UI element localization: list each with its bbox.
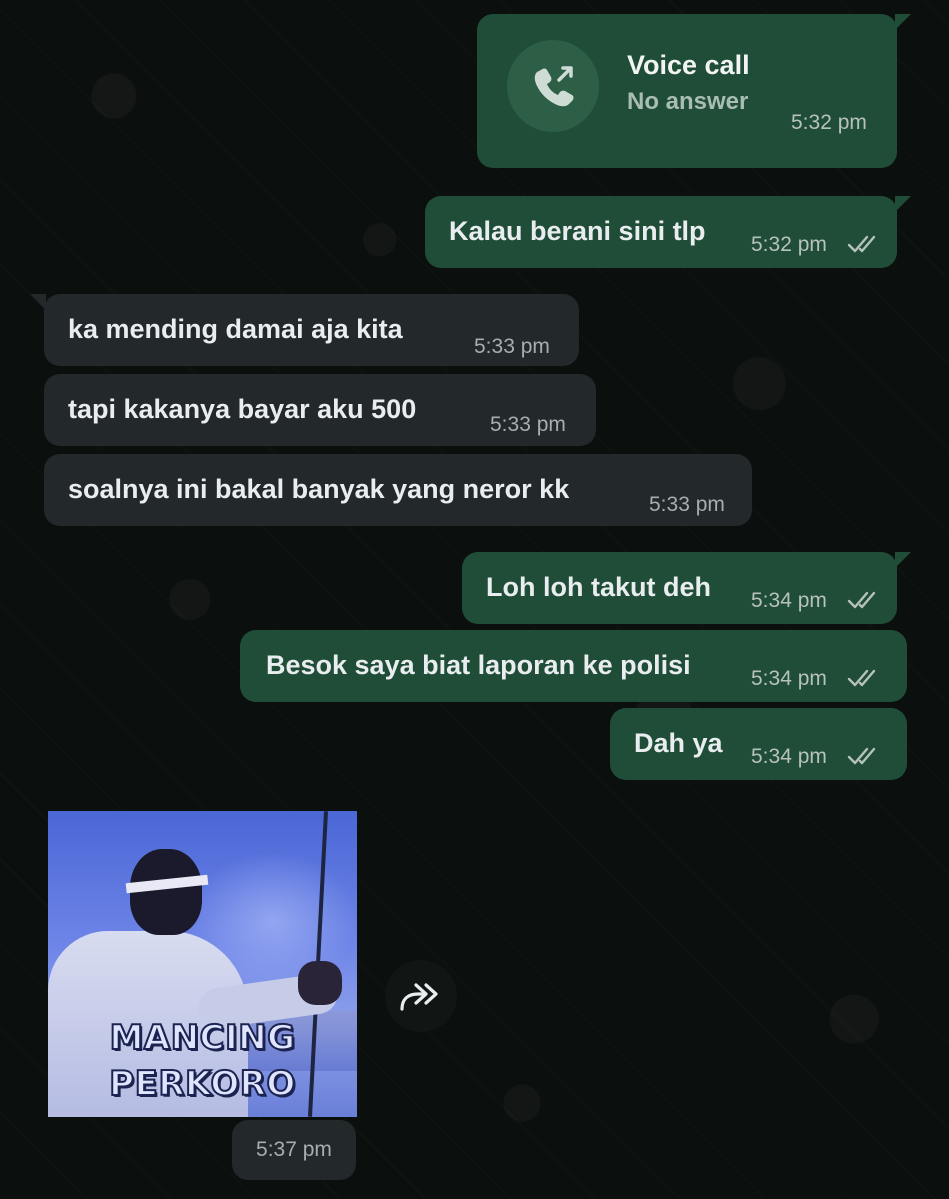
message-time: 5:33 pm	[490, 413, 566, 436]
sticker-caption-line2: PERKORO	[108, 1063, 296, 1105]
read-receipt-icon	[847, 235, 876, 253]
message-time: 5:34 pm	[751, 589, 827, 612]
message-text: Besok saya biat laporan ke polisi	[266, 650, 691, 680]
voice-call-bubble[interactable]: Voice call No answer 5:32 pm	[477, 14, 911, 168]
call-icon-circle	[507, 40, 599, 132]
outgoing-message[interactable]: Dah ya 5:34 pm	[610, 708, 907, 780]
read-receipt-icon	[847, 747, 876, 765]
message-time: 5:34 pm	[751, 745, 827, 768]
sticker-person-head	[130, 849, 202, 935]
message-time: 5:33 pm	[649, 493, 725, 516]
outgoing-message[interactable]: Besok saya biat laporan ke polisi 5:34 p…	[240, 630, 907, 702]
incoming-message[interactable]: soalnya ini bakal banyak yang neror kk 5…	[44, 454, 752, 526]
outgoing-message[interactable]: Loh loh takut deh 5:34 pm	[462, 552, 911, 624]
sticker-caption-line1: MANCING	[108, 1017, 296, 1059]
message-time: 5:33 pm	[474, 335, 550, 358]
outgoing-message[interactable]: Kalau berani sini tlp 5:32 pm	[425, 196, 911, 268]
sticker-image[interactable]: MANCING PERKORO	[48, 811, 357, 1117]
message-text: ka mending damai aja kita	[68, 314, 403, 344]
incoming-message[interactable]: ka mending damai aja kita 5:33 pm	[30, 294, 579, 366]
message-text: tapi kakanya bayar aku 500	[68, 394, 417, 424]
message-text: Dah ya	[634, 728, 723, 758]
forward-button[interactable]	[385, 960, 457, 1032]
read-receipt-icon	[847, 591, 876, 609]
call-title: Voice call	[627, 50, 750, 80]
missed-outgoing-call-icon	[534, 66, 574, 107]
incoming-message[interactable]: tapi kakanya bayar aku 500 5:33 pm	[44, 374, 596, 446]
message-time: 5:32 pm	[791, 111, 867, 134]
sticker-time: 5:37 pm	[232, 1120, 356, 1180]
sticker-person-hand	[298, 961, 342, 1005]
forward-icon	[400, 983, 438, 1011]
message-text: Kalau berani sini tlp	[449, 216, 706, 246]
message-text: Loh loh takut deh	[486, 572, 711, 602]
message-text: soalnya ini bakal banyak yang neror kk	[68, 474, 570, 504]
read-receipt-icon	[847, 669, 876, 687]
message-time: 5:32 pm	[751, 233, 827, 256]
message-time: 5:34 pm	[751, 667, 827, 690]
call-status: No answer	[627, 88, 749, 115]
